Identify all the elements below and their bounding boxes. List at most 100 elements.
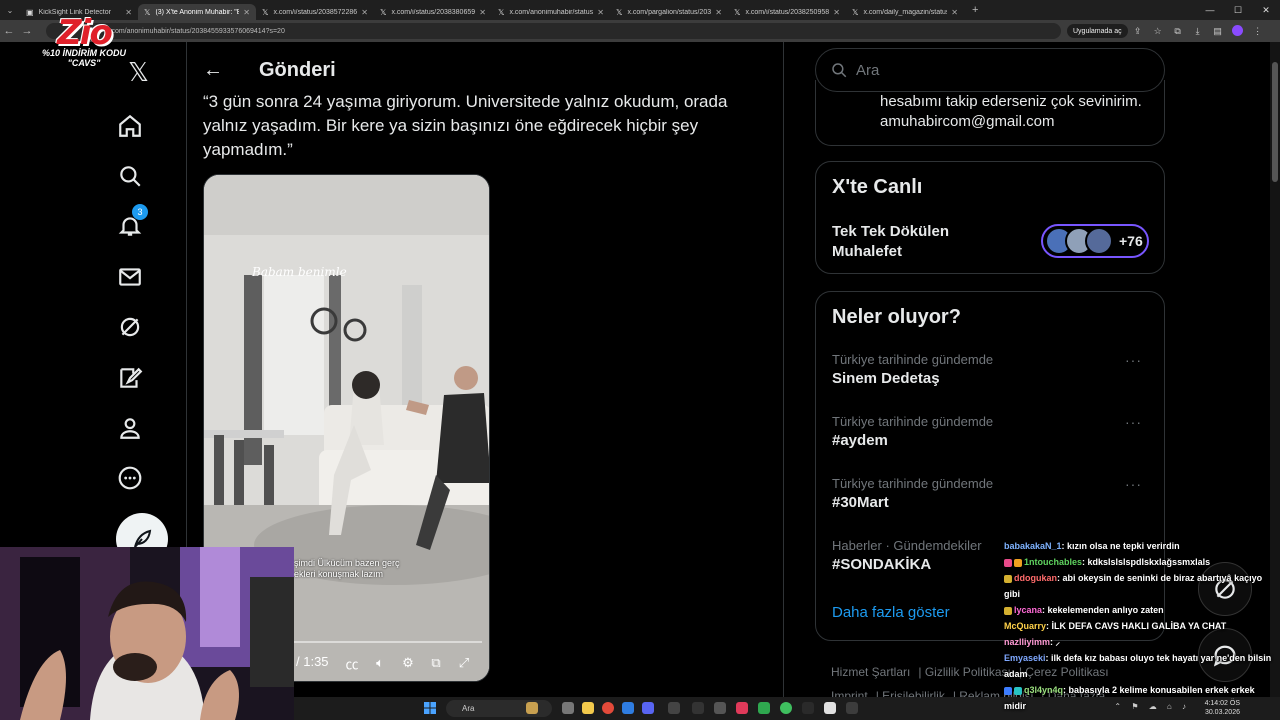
video-control-icons: ㏄ 🔈︎ ⚙ ⧉ ⤢	[342, 653, 474, 673]
open-in-app-button[interactable]: Uygulamada aç	[1067, 24, 1128, 38]
reading-list-icon[interactable]: ▤	[1208, 26, 1228, 37]
nav-messages[interactable]	[112, 259, 148, 295]
search-box[interactable]: Ara	[815, 48, 1165, 92]
steam-icon[interactable]	[692, 702, 704, 714]
close-tab-icon[interactable]: ✕	[715, 8, 722, 17]
browser-tab[interactable]: 𝕏x.com/daily_magazin/status/20✕	[846, 4, 964, 20]
live-heading: X'te Canlı	[832, 176, 923, 198]
close-window-icon[interactable]: ✕	[1252, 0, 1280, 20]
app-icon[interactable]	[824, 702, 836, 714]
close-tab-icon[interactable]: ✕	[597, 8, 604, 17]
task-view-icon[interactable]	[562, 702, 574, 714]
trend-item[interactable]: Türkiye tarihinde gündemde #30Mart ···	[832, 476, 1152, 511]
nav-more[interactable]	[112, 460, 148, 496]
video-subtitle: şimdi Ülkücüm bazen gerç ekleri konuşmak…	[294, 558, 400, 580]
tab-search-icon[interactable]: ⌄	[0, 0, 20, 20]
scrollbar-thumb[interactable]	[1272, 62, 1278, 182]
live-space-title[interactable]: Tek Tek Dökülen Muhalefet	[832, 222, 982, 262]
browser-menu-icon[interactable]: ⋮	[1248, 26, 1268, 37]
share-icon[interactable]: ⇪	[1128, 26, 1148, 37]
app-icon[interactable]	[736, 702, 748, 714]
obs-icon[interactable]	[802, 702, 814, 714]
app-icon[interactable]	[846, 702, 858, 714]
new-tab-button[interactable]: +	[964, 4, 986, 16]
nav-notifications[interactable]: 3	[112, 204, 148, 244]
browser-tab-active[interactable]: 𝕏(3) X'te Anonim Muhabir: "Bir g✕	[138, 4, 256, 20]
footer-link[interactable]: Hizmet Şartları	[831, 665, 910, 679]
avatar	[1085, 227, 1113, 255]
discord-icon[interactable]	[642, 702, 654, 714]
back-arrow-icon[interactable]: ←	[203, 59, 229, 82]
chat-message: q3l4yn4q: babasıyla 2 kelime konusabilen…	[1004, 682, 1276, 714]
trend-item[interactable]: Türkiye tarihinde gündemde #aydem ···	[832, 414, 1152, 449]
spotify-icon[interactable]	[780, 702, 792, 714]
app-icon[interactable]	[758, 702, 770, 714]
picture-in-picture-icon[interactable]: ⧉	[426, 653, 446, 673]
kick-icon: ▣	[26, 7, 34, 17]
footer-link[interactable]: Gizlilik Politikası	[925, 665, 1011, 679]
close-tab-icon[interactable]: ✕	[833, 8, 840, 17]
back-nav-icon[interactable]: ←	[0, 25, 18, 37]
maximize-icon[interactable]: ☐	[1224, 0, 1252, 20]
search-placeholder: Ara	[856, 61, 880, 79]
trend-item[interactable]: Türkiye tarihinde gündemde Sinem Dedetaş…	[832, 352, 1152, 387]
show-more-link[interactable]: Daha fazla göster	[832, 604, 950, 621]
address-bar: ← → x.com/anonimuhabir/status/2038455933…	[0, 20, 1280, 42]
close-tab-icon[interactable]: ✕	[951, 8, 958, 17]
trend-name: #30Mart	[832, 494, 889, 511]
open-in-app-label: Uygulamada aç	[1073, 27, 1122, 35]
browser-tab[interactable]: 𝕏x.com/anonimuhabir/status/20✕	[492, 4, 610, 20]
chat-badge-icon	[1014, 558, 1022, 567]
nav-lists[interactable]	[112, 360, 148, 396]
chat-username: McQuarry	[1004, 621, 1047, 631]
profile-icon	[120, 418, 140, 439]
trend-context: Türkiye tarihinde gündemde	[832, 352, 994, 367]
nav-profile[interactable]	[112, 410, 148, 446]
live-listeners[interactable]: +76	[1041, 224, 1149, 258]
app-icon[interactable]	[714, 702, 726, 714]
close-tab-icon[interactable]: ✕	[479, 8, 486, 17]
edge-icon[interactable]	[622, 702, 634, 714]
chat-message: ddogukan: abi okeysin de seninki de bira…	[1004, 570, 1276, 602]
video-subtitle-line: şimdi Ülkücüm bazen gerç	[294, 558, 400, 568]
stream-sponsor-logo: Zio %10 İNDİRİM KODU "CAVS"	[28, 16, 140, 68]
windows-start-icon[interactable]	[424, 702, 436, 714]
extensions-icon[interactable]: ⧉	[1168, 26, 1188, 37]
webcam-feed	[0, 547, 294, 720]
browser-tab[interactable]: 𝕏x.com/i/status/20382509580 ✕	[728, 4, 846, 20]
chat-text: : kızın olsa ne tepki verirdin	[1061, 541, 1180, 551]
post-text: “3 gün sonra 24 yaşıma giriyorum. Univer…	[203, 92, 728, 159]
trend-name: #aydem	[832, 432, 888, 449]
nav-explore[interactable]	[112, 158, 148, 194]
nav-home[interactable]	[112, 108, 148, 144]
browser-tab[interactable]: 𝕏x.com/i/status/20385722862 ✕	[256, 4, 374, 20]
chrome-icon[interactable]	[602, 702, 614, 714]
file-explorer-icon[interactable]	[582, 702, 594, 714]
browser-tab[interactable]: 𝕏x.com/pargalion/status/20385 ✕	[610, 4, 728, 20]
more-options-icon[interactable]: ···	[1125, 476, 1142, 492]
settings-gear-icon[interactable]: ⚙	[398, 653, 418, 673]
chat-text: : İLK DEFA CAVS HAKLI GALİBA YA CHAT	[1046, 621, 1227, 631]
close-tab-icon[interactable]: ✕	[243, 8, 250, 17]
trend-name: Sinem Dedetaş	[832, 370, 940, 387]
url-field[interactable]: x.com/anonimuhabir/status/20384559335760…	[46, 23, 1061, 39]
close-tab-icon[interactable]: ✕	[125, 8, 132, 17]
chat-message: babakakaN_1: kızın olsa ne tepki verirdi…	[1004, 538, 1276, 554]
video-handwritten-caption: Babam benimle	[252, 265, 347, 279]
taskbar-search-placeholder: Ara	[462, 704, 475, 713]
browser-tab[interactable]: 𝕏x.com/i/status/203838065910 ✕	[374, 4, 492, 20]
bookmark-star-icon[interactable]: ☆	[1148, 26, 1168, 37]
fullscreen-icon[interactable]: ⤢	[454, 653, 474, 673]
download-icon[interactable]: ⤓	[1188, 26, 1208, 37]
widget-icon[interactable]	[526, 702, 538, 714]
notification-badge: 3	[132, 204, 148, 220]
profile-avatar-icon[interactable]	[1228, 24, 1248, 38]
more-options-icon[interactable]: ···	[1125, 414, 1142, 430]
app-icon[interactable]	[668, 702, 680, 714]
captions-icon[interactable]: ㏄	[342, 653, 362, 673]
minimize-icon[interactable]: —	[1196, 0, 1224, 20]
more-options-icon[interactable]: ···	[1125, 352, 1142, 368]
volume-icon[interactable]: 🔈︎	[370, 653, 390, 673]
nav-grok[interactable]	[112, 309, 148, 345]
close-tab-icon[interactable]: ✕	[361, 8, 368, 17]
